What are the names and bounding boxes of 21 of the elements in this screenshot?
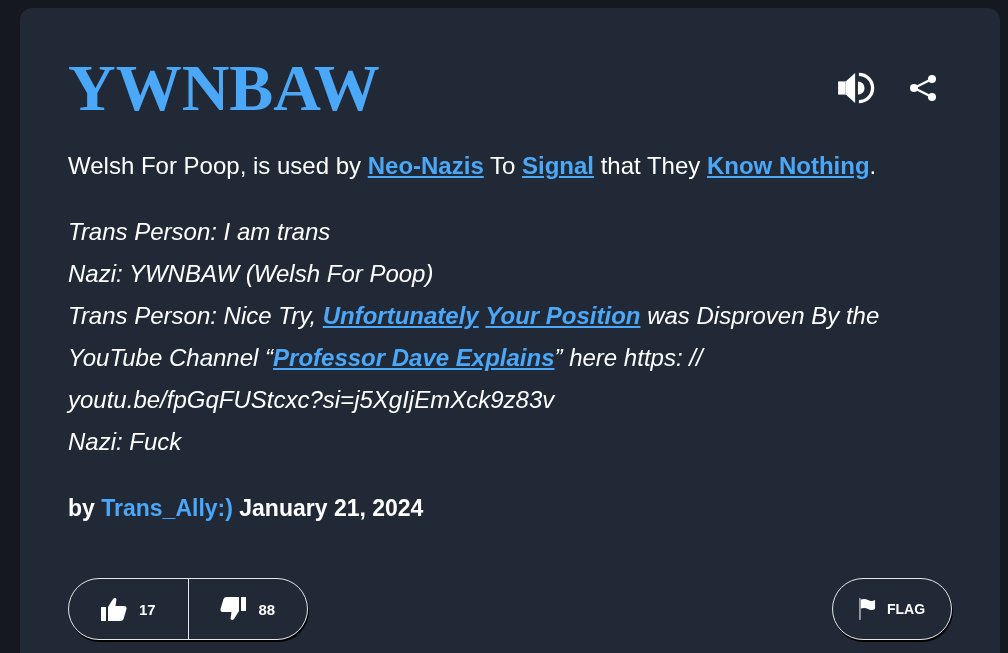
text-link[interactable]: Neo-Nazis bbox=[367, 152, 484, 179]
author-link[interactable]: Trans_Ally:) bbox=[101, 495, 233, 521]
example-line: Trans Person: Nice Try, Unfortunately Your Position was Disproven By the YouTube Channel “Professor Dave Explains” here https: // youtu.be/fpGqFUStcxc?si=j5XgIjEmXck9z83v bbox=[68, 301, 881, 415]
thumbs-down-icon bbox=[220, 597, 247, 621]
contributor-line: by Trans_Ally:) January 21, 2024 bbox=[68, 494, 425, 523]
downvote-button[interactable]: 88 bbox=[187, 579, 307, 639]
text-link[interactable]: Professor Dave Explains bbox=[273, 344, 555, 371]
speaker-icon[interactable] bbox=[838, 71, 876, 105]
thumbs-up-icon bbox=[100, 597, 127, 621]
text-link[interactable]: Unfortunately bbox=[322, 302, 479, 329]
example-line: Nazi: YWNBAW (Welsh For Poop) bbox=[68, 259, 435, 289]
text-link[interactable]: Signal bbox=[522, 152, 594, 179]
text-link[interactable]: Your Position bbox=[485, 302, 641, 329]
example-line: Nazi: Fuck bbox=[68, 427, 183, 457]
text-link[interactable]: Know Nothing bbox=[706, 152, 870, 179]
definition-text: Welsh For Poop, is used by Neo-Nazis To Signal that They Know Nothing. bbox=[68, 151, 878, 181]
flag-icon bbox=[858, 598, 876, 620]
word-title[interactable]: YWNBAW bbox=[68, 55, 380, 121]
share-icon[interactable] bbox=[909, 74, 937, 102]
upvote-button[interactable]: 17 bbox=[69, 579, 188, 639]
example-line: Trans Person: I am trans bbox=[68, 217, 332, 247]
